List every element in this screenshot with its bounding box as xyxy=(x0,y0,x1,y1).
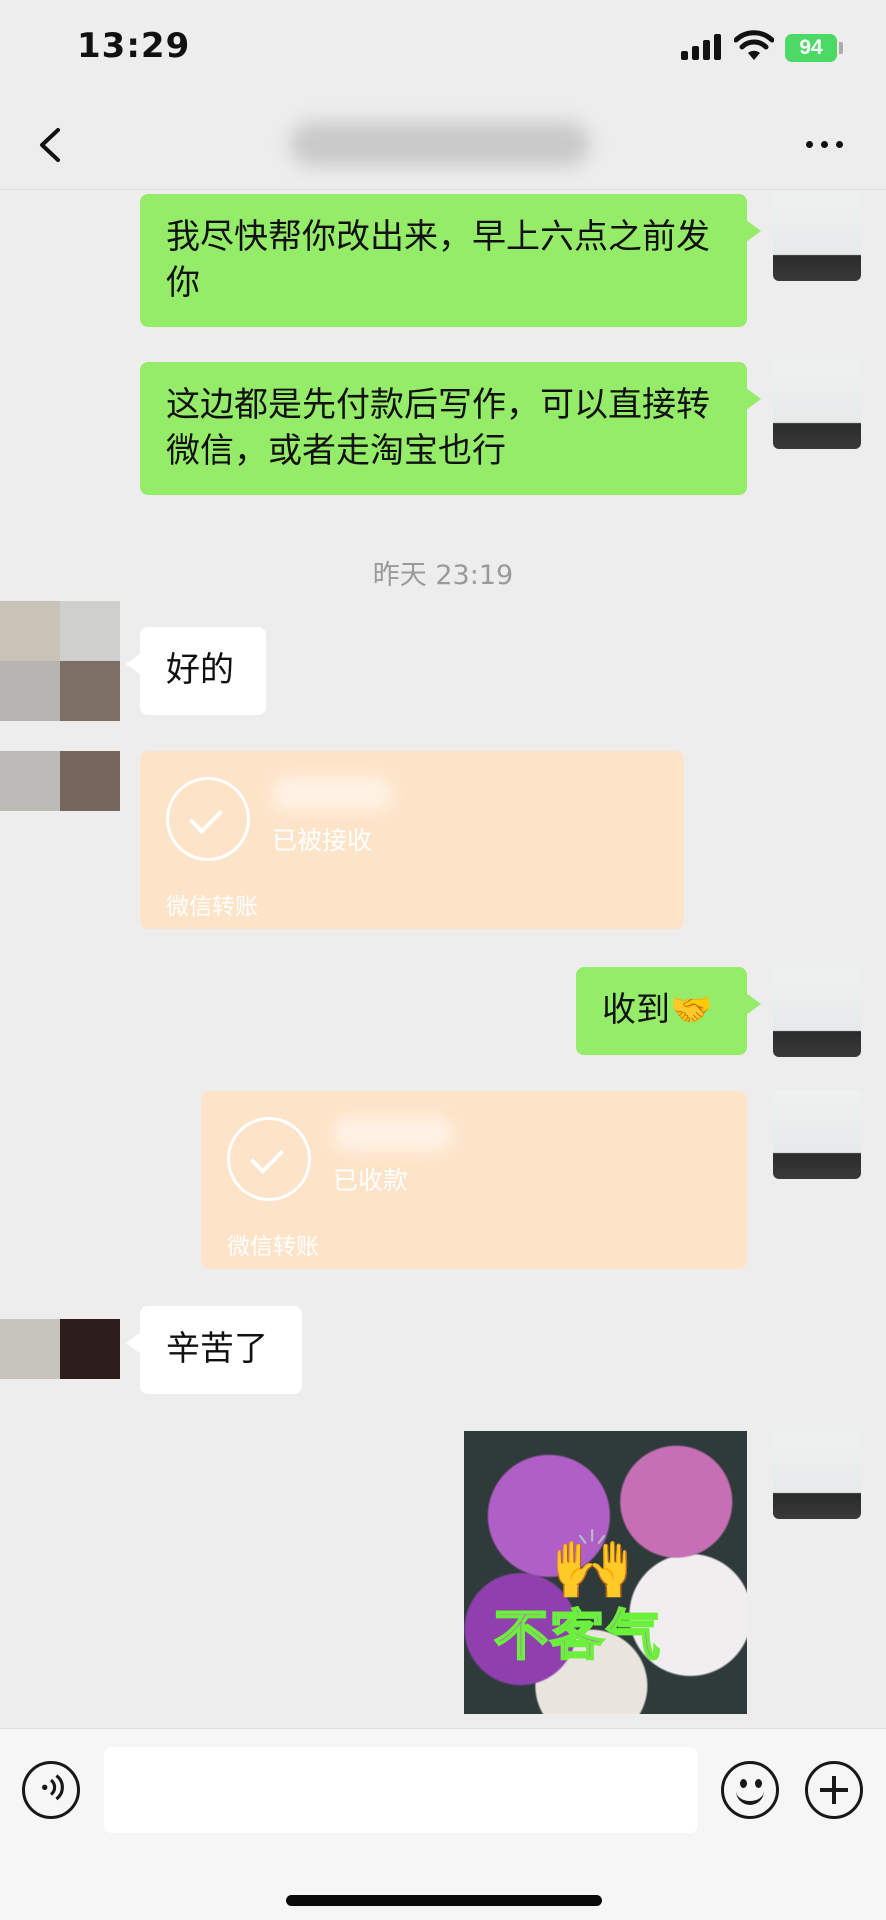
plus-icon[interactable] xyxy=(805,1761,863,1819)
message-bubble[interactable]: 好的 xyxy=(126,627,266,715)
contact-avatar[interactable] xyxy=(0,751,120,811)
message-bubble[interactable]: 收到🤝 xyxy=(576,967,761,1055)
transfer-label: 微信转账 xyxy=(166,894,258,920)
time-divider: 昨天 23:19 xyxy=(372,560,514,591)
battery-cap xyxy=(839,42,843,54)
sticker-caption: 不客气 xyxy=(493,1603,662,1668)
transfer-state: 已被接收 xyxy=(272,826,373,855)
my-avatar[interactable] xyxy=(773,1091,861,1179)
more-dots-icon[interactable] xyxy=(800,130,850,160)
transfer-card[interactable]: 已被接收 微信转账 xyxy=(140,751,684,929)
status-bar: 13:29 94 xyxy=(0,0,886,100)
message-bubble[interactable]: 我尽快帮你改出来，早上六点之前发你 xyxy=(140,194,761,327)
status-time: 13:29 xyxy=(77,26,191,66)
signal-icon xyxy=(681,34,723,60)
battery-icon: 94 xyxy=(785,34,837,62)
sticker-image[interactable]: 🙌 不客气 xyxy=(464,1431,747,1714)
transfer-amount-blurred xyxy=(333,1117,453,1151)
transfer-state: 已收款 xyxy=(333,1166,409,1195)
check-circle-icon xyxy=(227,1117,311,1201)
chat-list[interactable]: 我尽快帮你改出来，早上六点之前发你 这边都是先付款后写作，可以直接转微信，或者走… xyxy=(0,191,886,1728)
message-input[interactable] xyxy=(104,1747,698,1833)
contact-avatar[interactable] xyxy=(0,601,120,721)
my-avatar[interactable] xyxy=(773,969,861,1057)
wifi-icon xyxy=(734,30,774,60)
message-bubble[interactable]: 这边都是先付款后写作，可以直接转微信，或者走淘宝也行 xyxy=(140,362,761,495)
my-avatar[interactable] xyxy=(773,361,861,449)
my-avatar[interactable] xyxy=(773,193,861,281)
home-indicator xyxy=(286,1895,602,1906)
voice-icon[interactable] xyxy=(22,1761,80,1819)
contact-avatar[interactable] xyxy=(0,1319,120,1379)
chevron-left-icon[interactable] xyxy=(28,118,78,172)
check-circle-icon xyxy=(166,777,250,861)
transfer-amount-blurred xyxy=(272,777,392,811)
input-bar xyxy=(0,1728,886,1920)
transfer-card[interactable]: 已收款 微信转账 xyxy=(201,1091,747,1269)
nav-bar xyxy=(0,100,886,190)
transfer-label: 微信转账 xyxy=(227,1234,319,1260)
message-bubble[interactable]: 辛苦了 xyxy=(126,1306,302,1394)
my-avatar[interactable] xyxy=(773,1431,861,1519)
chat-title-blurred xyxy=(290,122,590,166)
emoji-icon[interactable] xyxy=(721,1761,779,1819)
